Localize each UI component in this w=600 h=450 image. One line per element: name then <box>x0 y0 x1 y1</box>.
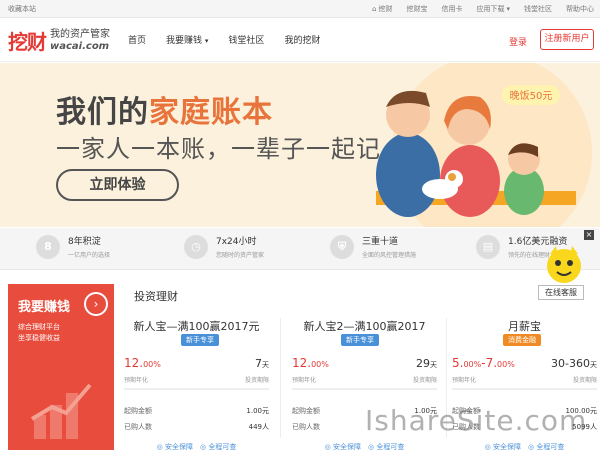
min-amount-row: 起购金额 1.00元 <box>124 407 269 415</box>
chevron-down-icon: ▾ <box>204 37 209 45</box>
product-footer: ◎ 安全保障 ◎ 全程可查 <box>324 443 405 450</box>
nav-community[interactable]: 钱堂社区 <box>228 33 264 46</box>
top-utility-bar: 收藏本站 ⌂ 挖财 挖财宝 信用卡 应用下载 ▾ 钱堂社区 帮助中心 <box>0 0 600 18</box>
top-link-wacai[interactable]: ⌂ 挖财 <box>372 4 392 14</box>
product-name: 月薪宝 <box>508 320 541 333</box>
feature-item: ⛨ 三重十道 全面的风控管理措施 <box>330 234 416 259</box>
product-term: 7天 <box>255 357 269 370</box>
nav-my-wacai[interactable]: 我的挖财 <box>284 33 320 46</box>
chevron-down-icon: ▾ <box>506 5 510 13</box>
logo-mark: 挖财 <box>8 30 47 54</box>
divider <box>452 388 597 390</box>
shield-icon: ⛨ <box>330 234 354 259</box>
top-link-app-download[interactable]: 应用下载 ▾ <box>476 4 510 14</box>
divider <box>292 388 437 390</box>
register-button[interactable]: 注册新用户 <box>540 29 594 50</box>
login-link[interactable]: 登录 <box>509 35 527 48</box>
top-link-community[interactable]: 钱堂社区 <box>524 4 552 14</box>
try-now-button[interactable]: 立即体验 <box>56 169 179 201</box>
arrow-right-icon[interactable]: › <box>84 292 108 316</box>
family-illustration: 晚饭50元 <box>376 63 592 227</box>
product-rate: 12.00% <box>124 356 161 370</box>
watermark: IshareSite.com <box>365 404 588 437</box>
product-badge: 消费金融 <box>503 334 541 346</box>
top-links: ⌂ 挖财 挖财宝 信用卡 应用下载 ▾ 钱堂社区 帮助中心 <box>372 4 594 14</box>
eight-icon: 8 <box>36 234 60 259</box>
logo-tagline: 我的资产管家 <box>50 28 110 40</box>
logo-domain: wacai.com <box>50 40 110 52</box>
product-footer: ◎ 安全保障 ◎ 全程可查 <box>484 443 565 450</box>
promo-title: 我要赚钱 <box>18 300 71 315</box>
product-name: 新人宝—满100赢2017元 <box>133 320 260 333</box>
feature-item: ◷ 7x24小时 您随时的资产管家 <box>184 234 264 259</box>
promo-line1: 综合理财平台 <box>18 323 60 331</box>
nav-home[interactable]: 首页 <box>128 33 146 46</box>
divider <box>124 388 269 390</box>
top-link-credit-card[interactable]: 信用卡 <box>441 4 462 14</box>
product-rate: 5.00%-7.00% <box>452 356 515 370</box>
favorite-link[interactable]: 收藏本站 <box>8 4 36 14</box>
banner-bubble: 晚饭50元 <box>510 90 553 102</box>
mascot-icon[interactable] <box>544 244 584 288</box>
site-header: 挖财 我的资产管家 wacai.com 首页 我要赚钱 ▾ 钱堂社区 我的挖财 … <box>0 18 600 62</box>
product-rate: 12.00% <box>292 356 329 370</box>
divider <box>280 318 281 438</box>
feature-item: 8 8年积淀 一亿用户的选择 <box>36 234 110 259</box>
close-icon[interactable]: × <box>584 230 594 240</box>
product-footer: ◎ 安全保障 ◎ 全程可查 <box>156 443 237 450</box>
top-link-wacaibao[interactable]: 挖财宝 <box>406 4 427 14</box>
buyers-row: 已购人数 449人 <box>124 423 269 431</box>
document-icon: ▤ <box>476 234 500 259</box>
features-bar: 8 8年积淀 一亿用户的选择 ◷ 7x24小时 您随时的资产管家 ⛨ 三重十道 全面的… <box>0 228 600 270</box>
promo-line2: 坐享稳健收益 <box>18 334 60 342</box>
clock-icon: ◷ <box>184 234 208 259</box>
bar-chart-icon <box>30 383 92 439</box>
product-term: 29天 <box>416 357 437 370</box>
online-service-button[interactable]: 在线客服 <box>538 285 584 300</box>
product-term: 30-360天 <box>551 357 597 370</box>
logo[interactable]: 挖财 我的资产管家 wacai.com <box>8 26 110 55</box>
earn-money-promo[interactable]: 我要赚钱 › 综合理财平台 坐享稳健收益 <box>8 284 114 450</box>
nav-earn[interactable]: 我要赚钱 ▾ <box>166 33 208 46</box>
banner-title: 我们的家庭账本 <box>56 95 273 130</box>
home-icon: ⌂ <box>372 5 377 13</box>
product-name: 新人宝2—满100赢2017 <box>303 320 426 333</box>
main-nav: 首页 我要赚钱 ▾ 钱堂社区 我的挖财 <box>128 33 320 46</box>
section-title: 投资理财 <box>134 290 178 303</box>
product-badge: 新手专享 <box>181 334 219 346</box>
product-card[interactable]: 新人宝—满100赢2017元 新手专享 12.00% 预期年化 7天 投资期限 … <box>124 306 269 450</box>
product-badge: 新手专享 <box>341 334 379 346</box>
hero-banner: 我们的家庭账本 一家人一本账，一辈子一起记 立即体验 晚饭50元 <box>0 63 600 227</box>
banner-subtitle: 一家人一本账，一辈子一起记 <box>56 135 381 163</box>
top-link-help[interactable]: 帮助中心 <box>566 4 594 14</box>
